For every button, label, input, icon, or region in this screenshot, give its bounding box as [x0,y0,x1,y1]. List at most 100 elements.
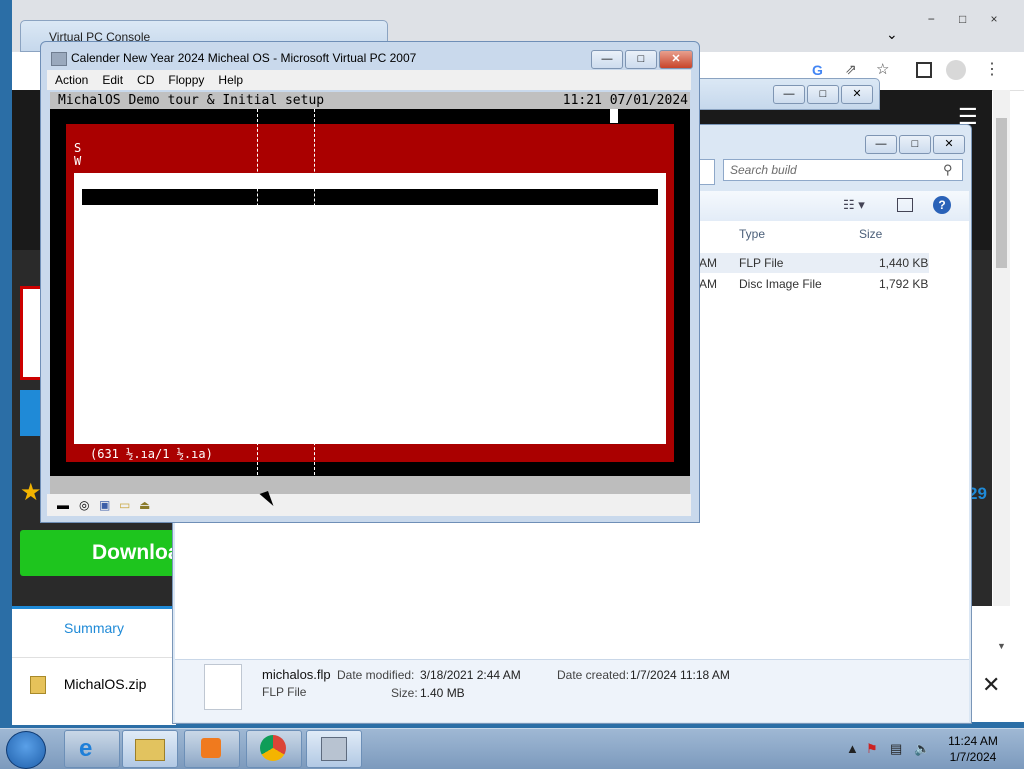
tab-list-chevron-icon[interactable]: ⌄ [886,26,898,43]
zip-file-icon [30,676,46,695]
explorer-window-controls: — □ ✕ [863,135,965,154]
os-status-line: (631 ½.ıa/1 ½.ıa) [90,447,213,461]
clock-date: 1/7/2024 [949,750,997,764]
row2-modified: AM [699,277,717,291]
menu-cd[interactable]: CD [129,70,160,87]
maximize-button[interactable]: □ [899,135,931,154]
text-cursor-block [610,109,618,123]
vm-screen[interactable]: MichalOS Demo tour & Initial setup 11:21… [50,92,690,476]
share-icon[interactable]: ⇗ [845,61,857,78]
minimize-button[interactable]: — [773,85,805,104]
detail-size-label: Size: [391,686,418,700]
row1-size: 1,440 KB [879,256,929,270]
scrollbar-thumb[interactable] [996,118,1007,268]
detail-date-modified: 3/18/2021 2:44 AM [420,668,521,682]
close-download-bar-icon[interactable]: ✕ [982,672,1000,698]
show-hidden-icons-icon[interactable]: ▲ [846,741,859,756]
start-button[interactable] [6,731,46,769]
download-item-label: MichalOS.zip [63,676,147,692]
minimize-button[interactable]: − [917,10,945,28]
detail-date-created-label: Date created: [557,668,630,682]
window-title: Calender New Year 2024 Micheal OS - Micr… [71,51,417,65]
detail-date-modified-label: Date modified: [337,668,415,682]
rating-star-icon: ★ [20,479,42,506]
media-player-icon [201,738,221,758]
network-icon[interactable]: ⏏ [139,498,150,512]
taskbar-virtual-pc[interactable] [306,730,362,768]
virtual-pc-icon [51,52,67,66]
minimize-button[interactable]: — [591,50,623,69]
download-button[interactable]: Download [20,530,180,576]
os-dialog-body [74,173,666,444]
explorer-window-back[interactable]: — □ ✕ [690,78,880,110]
row2-size: 1,792 KB [879,277,929,291]
row1-modified: AM [699,256,717,270]
chrome-icon [260,735,286,761]
close-button[interactable]: ✕ [659,50,693,69]
hard-disk-icon[interactable]: ▬ [57,498,69,512]
clock-time: 11:24 AM [948,734,998,748]
volume-muted-icon[interactable]: 🔈 [914,741,930,757]
menu-icon[interactable]: ⋮ [984,59,1000,79]
taskbar-clock[interactable]: 11:24 AM 1/7/2024 [940,733,1006,765]
menu-edit[interactable]: Edit [94,70,129,87]
virtual-pc-window[interactable]: Calender New Year 2024 Micheal OS - Micr… [40,41,700,523]
taskbar-chrome[interactable] [246,730,302,768]
chrome-window-controls: − □ × [917,10,1008,28]
column-header-type[interactable]: Type [739,227,765,241]
menu-help[interactable]: Help [210,70,249,87]
detail-filetype: FLP File [262,685,307,699]
page-scrollbar[interactable] [993,90,1010,606]
cd-icon[interactable]: ◎ [79,498,89,512]
view-options-icon[interactable]: ☷ ▾ [843,197,865,213]
search-input[interactable]: Search build [723,159,963,181]
help-icon[interactable]: ? [933,196,951,214]
menu-floppy[interactable]: Floppy [160,70,210,87]
column-header-size[interactable]: Size [859,227,882,241]
action-center-icon[interactable]: ⚑ [866,741,878,757]
explorer-icon [135,739,165,761]
os-side-letters: S W [74,142,81,168]
shared-folder-icon[interactable]: ▭ [119,498,130,512]
taskbar-media-player[interactable] [184,730,240,768]
detail-date-created: 1/7/2024 11:18 AM [630,668,730,682]
side-letter-w: W [74,154,82,168]
os-header-title: MichalOS Demo tour & Initial setup [58,93,325,108]
profile-icon[interactable] [946,60,966,80]
vm-status-strip [50,476,690,496]
selection-marquee [257,109,315,475]
tab-summary[interactable]: Summary [12,609,176,658]
vpc-window-controls: — □ ✕ [589,50,693,69]
maximize-button[interactable]: □ [949,10,977,28]
detail-filename: michalos.flp [262,667,331,682]
sidebar-icon[interactable] [916,62,932,78]
row1-type: FLP File [739,256,784,270]
google-icon[interactable]: G [812,62,823,78]
detail-size: 1.40 MB [420,686,465,700]
network-tray-icon[interactable]: ▤ [890,741,902,757]
search-icon[interactable]: ⚲ [943,162,953,178]
taskbar-explorer[interactable] [122,730,178,768]
preview-pane-icon[interactable] [897,198,913,212]
floppy-icon[interactable]: ▣ [99,498,110,512]
os-selection-bar[interactable] [82,189,658,205]
explorer-back-controls: — □ ✕ [771,85,873,104]
download-item[interactable]: MichalOS.zip [30,676,147,695]
explorer-command-bar: ☷ ▾ ? [693,191,969,222]
os-header-clock: 11:21 07/01/2024 [562,93,688,108]
close-button[interactable]: × [980,10,1008,28]
row2-type: Disc Image File [739,277,822,291]
menu-bar: Action Edit CD Floppy Help [47,70,691,90]
maximize-button[interactable]: □ [807,85,839,104]
close-button[interactable]: ✕ [841,85,873,104]
menu-action[interactable]: Action [47,70,94,87]
close-button[interactable]: ✕ [933,135,965,154]
minimize-button[interactable]: — [865,135,897,154]
scroll-down-arrow-icon[interactable]: ▼ [997,641,1006,651]
taskbar-ie[interactable]: e [64,730,120,768]
file-icon [204,664,242,710]
maximize-button[interactable]: □ [625,50,657,69]
star-icon[interactable]: ☆ [876,60,889,78]
virtual-pc-icon [321,737,347,761]
vm-device-bar: ▬ ◎ ▣ ▭ ⏏ [47,494,691,516]
